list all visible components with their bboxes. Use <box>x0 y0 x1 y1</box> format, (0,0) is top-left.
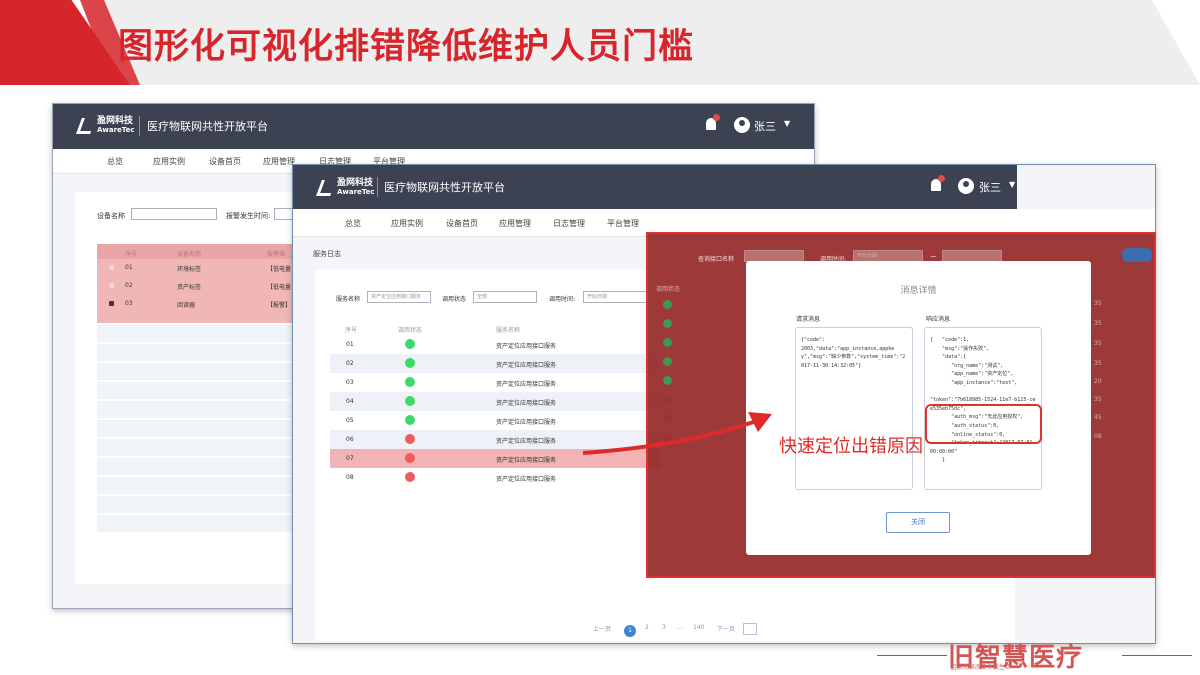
footer-line-left <box>877 655 947 656</box>
callout-text: 快速定位出错原因 <box>779 436 923 457</box>
arrow-shaft <box>582 418 761 455</box>
callout-arrow-icon <box>582 412 772 455</box>
slide: 图形化可视化排错降低维护人员门槛 盈网科技 AwareTec 医疗物联网共性开放… <box>0 0 1200 675</box>
footer-line-right <box>1122 655 1192 656</box>
footer-slogan: 互联物联改变你我生活 <box>951 664 1012 671</box>
